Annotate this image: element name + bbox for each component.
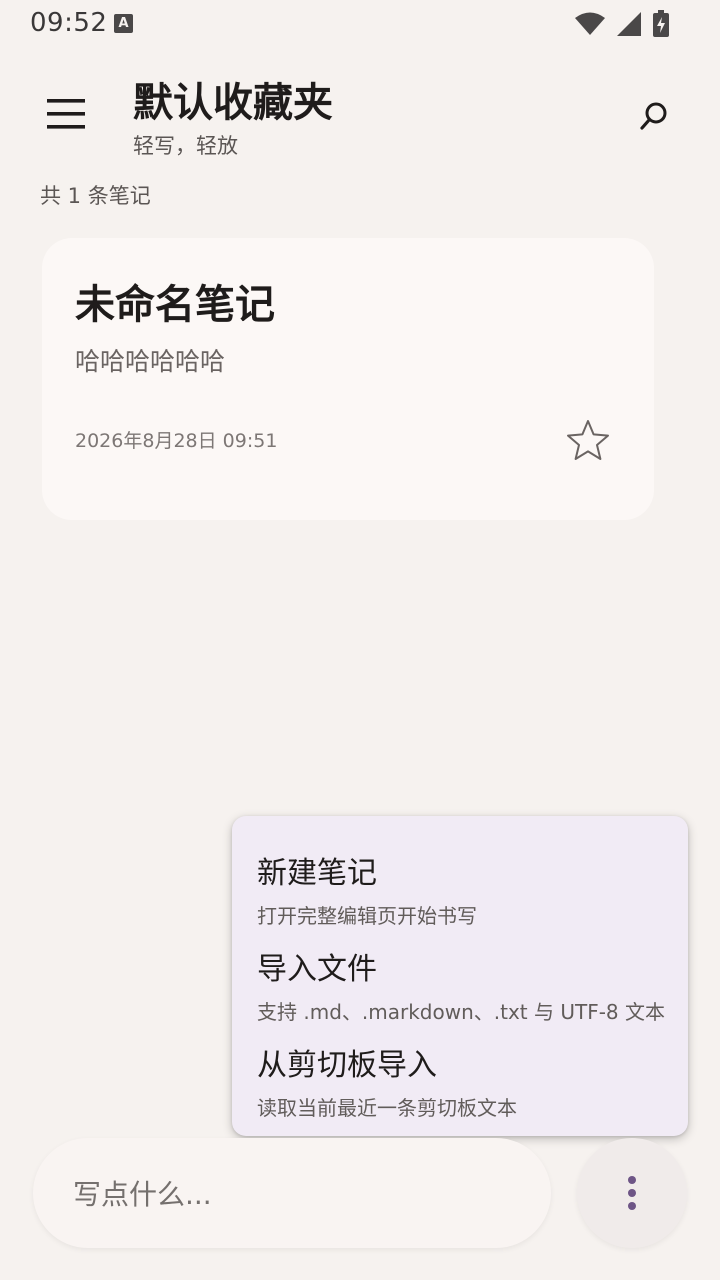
more-actions-button[interactable]: [577, 1138, 687, 1248]
note-count: 共 1 条笔记: [40, 184, 151, 208]
menu-item-title: 从剪切板导入: [257, 1048, 437, 1083]
search-icon: [640, 102, 667, 130]
star-outline-icon: [567, 420, 609, 460]
page-title: 默认收藏夹: [133, 80, 333, 126]
compose-placeholder: 写点什么...: [73, 1178, 212, 1211]
quick-compose-input[interactable]: 写点什么...: [33, 1138, 551, 1248]
status-icons: [574, 10, 670, 38]
hamburger-menu-icon: [47, 99, 85, 129]
fab-popup-menu: 新建笔记 打开完整编辑页开始书写 导入文件 支持 .md、.markdown、.…: [232, 816, 688, 1136]
search-button[interactable]: [626, 88, 682, 144]
favorite-button[interactable]: [558, 410, 618, 470]
battery-charging-icon: [653, 10, 669, 37]
menu-item-import-clipboard[interactable]: 从剪切板导入 读取当前最近一条剪切板文本: [232, 1014, 688, 1120]
menu-item-description: 读取当前最近一条剪切板文本: [257, 1096, 517, 1120]
note-card[interactable]: 未命名笔记 哈哈哈哈哈哈 2026年8月28日 09:51: [42, 238, 654, 520]
wifi-icon: [575, 12, 605, 35]
note-preview: 哈哈哈哈哈哈: [75, 347, 226, 376]
status-bar: 09:52 A: [0, 0, 720, 48]
signal-icon: [617, 12, 641, 36]
more-vertical-icon: [628, 1176, 636, 1210]
menu-item-title: 新建笔记: [257, 856, 377, 891]
page-subtitle: 轻写，轻放: [133, 134, 238, 158]
menu-button[interactable]: [36, 84, 96, 144]
input-indicator-icon: A: [114, 14, 133, 33]
note-title: 未命名笔记: [75, 282, 275, 328]
menu-item-new-note[interactable]: 新建笔记 打开完整编辑页开始书写: [232, 822, 688, 928]
status-time: 09:52: [30, 8, 108, 38]
menu-item-import-file[interactable]: 导入文件 支持 .md、.markdown、.txt 与 UTF-8 文本: [232, 918, 688, 1024]
note-date: 2026年8月28日 09:51: [75, 430, 278, 452]
menu-item-title: 导入文件: [257, 952, 377, 987]
